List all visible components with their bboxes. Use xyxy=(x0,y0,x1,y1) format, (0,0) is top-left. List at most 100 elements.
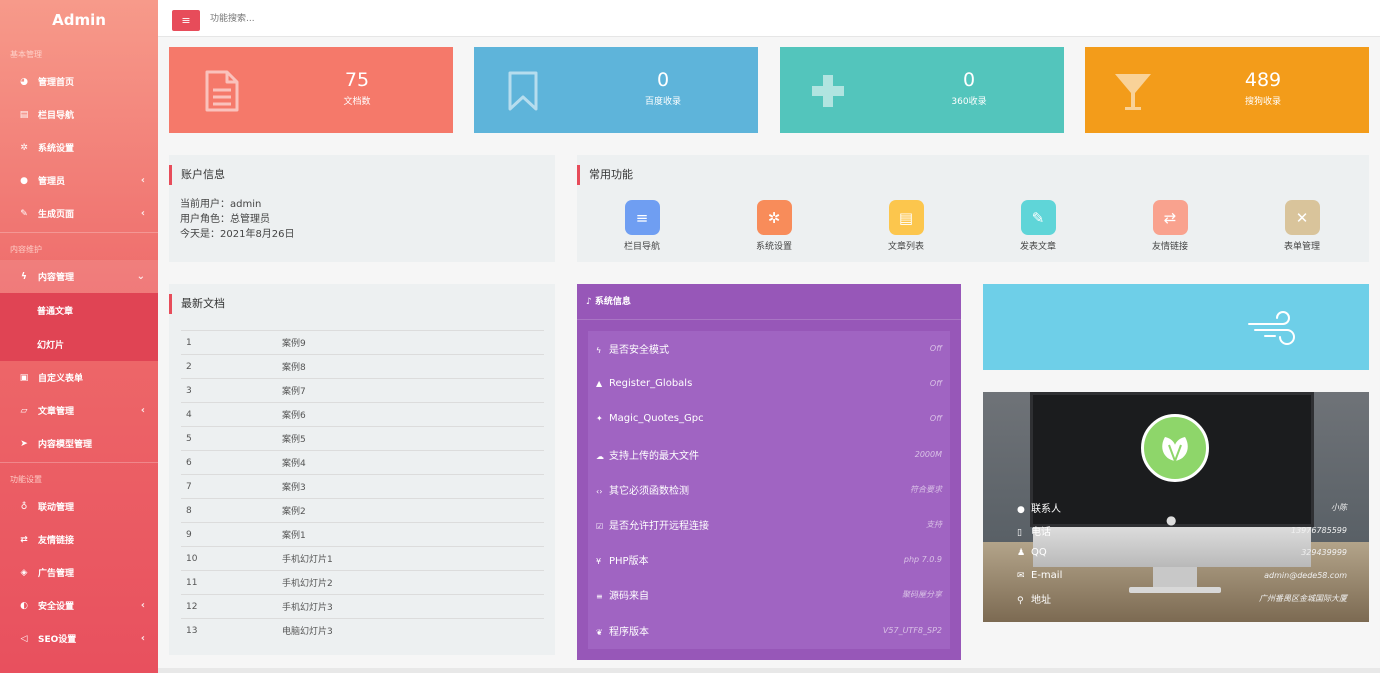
quick-link-article-list[interactable]: ▤ 文章列表 xyxy=(861,200,951,252)
contact-row: ♟ QQ 329439999 xyxy=(1017,544,1347,560)
sidebar-item-generate[interactable]: ✎ 生成页面 ‹ xyxy=(0,197,158,230)
table-row[interactable]: 8 案例2 xyxy=(181,498,544,523)
cube-icon: ◈ xyxy=(20,567,28,578)
table-row[interactable]: 11 手机幻灯片2 xyxy=(181,570,544,595)
quick-link-forms[interactable]: ✕ 表单管理 xyxy=(1257,200,1347,252)
system-info-key: 支持上传的最大文件 xyxy=(609,450,699,462)
search-input[interactable] xyxy=(210,8,610,30)
system-info-row: ϟ 是否安全模式 Off xyxy=(588,331,950,366)
doc-id: 3 xyxy=(181,378,277,403)
doc-id: 5 xyxy=(181,426,277,451)
doc-id: 13 xyxy=(181,618,277,643)
table-row[interactable]: 6 案例4 xyxy=(181,450,544,475)
contact-key: 联系人 xyxy=(1031,503,1061,515)
cloud-upload-icon: ☁ xyxy=(596,451,604,461)
system-info-row: ≡ 源码来自 聚码屋分享 xyxy=(588,577,950,612)
sidebar-item-seo[interactable]: ◁ SEO设置 ‹ xyxy=(0,622,158,655)
system-info-row: ❦ 程序版本 V57_UTF8_SP2 xyxy=(588,613,950,648)
table-row[interactable]: 12 手机幻灯片3 xyxy=(181,594,544,619)
sidebar-item-content-model[interactable]: ➤ 内容模型管理 xyxy=(0,427,158,460)
sidebar-item-content[interactable]: ϟ 内容管理 ⌄ xyxy=(0,260,158,293)
quick-link-label: 文章列表 xyxy=(887,242,924,252)
stat-card-sogou: 489 搜狗收录 xyxy=(1085,47,1369,133)
doc-title[interactable]: 案例4 xyxy=(277,450,544,475)
form-icon: ▣ xyxy=(19,372,29,383)
quick-link-settings[interactable]: ✲ 系统设置 xyxy=(729,200,819,252)
sidebar-item-label: 管理员 xyxy=(38,177,66,187)
system-info-key: Register_Globals xyxy=(609,378,693,390)
sidebar-item-custom-form[interactable]: ▣ 自定义表单 xyxy=(0,361,158,394)
quick-link-links[interactable]: ⇄ 友情链接 xyxy=(1125,200,1215,252)
doc-title[interactable]: 手机幻灯片1 xyxy=(277,546,544,571)
system-info-row: ‹› 其它必须函数检测 符合要求 xyxy=(588,472,950,507)
sidebar-item-settings[interactable]: ✲ 系统设置 xyxy=(0,131,158,164)
doc-title[interactable]: 案例8 xyxy=(277,354,544,379)
excel-icon: ✕ xyxy=(1284,200,1320,235)
sidebar-item-security[interactable]: ◐ 安全设置 ‹ xyxy=(0,589,158,622)
doc-title[interactable]: 案例7 xyxy=(277,378,544,403)
contact-key: QQ xyxy=(1031,546,1047,558)
gear-icon: ✲ xyxy=(20,142,28,153)
doc-title[interactable]: 电脑幻灯片3 xyxy=(277,618,544,643)
system-info-value: 支持 xyxy=(926,520,942,530)
system-info-key: 源码来自 xyxy=(609,591,649,603)
quick-link-navigation[interactable]: ≡ 栏目导航 xyxy=(597,200,687,252)
sidebar-item-linkage[interactable]: ♁ 联动管理 xyxy=(0,490,158,523)
panel-title: 最新文档 xyxy=(169,294,225,314)
menu-toggle-button[interactable]: ≡ xyxy=(172,10,200,31)
sidebar-item-ads[interactable]: ◈ 广告管理 xyxy=(0,556,158,589)
system-info-value: Off xyxy=(929,344,942,354)
table-row[interactable]: 4 案例6 xyxy=(181,402,544,427)
brush-icon: ✎ xyxy=(20,208,28,219)
doc-title[interactable]: 案例2 xyxy=(277,498,544,523)
database-icon: ≡ xyxy=(596,592,603,602)
doc-title[interactable]: 案例9 xyxy=(277,330,544,355)
table-row[interactable]: 1 案例9 xyxy=(181,330,544,355)
sidebar-item-label: 系统设置 xyxy=(38,144,75,154)
doc-title[interactable]: 手机幻灯片2 xyxy=(277,570,544,595)
stat-label: 360收录 xyxy=(951,97,987,107)
list-icon: ≡ xyxy=(624,200,660,235)
table-row[interactable]: 10 手机幻灯片1 xyxy=(181,546,544,571)
doc-title[interactable]: 案例6 xyxy=(277,402,544,427)
stat-value: 489 xyxy=(1244,69,1282,91)
system-info-value: Off xyxy=(929,379,942,389)
doc-title[interactable]: 案例1 xyxy=(277,522,544,547)
sidebar-item-label: 友情链接 xyxy=(38,536,75,546)
doc-title[interactable]: 案例5 xyxy=(277,426,544,451)
table-row[interactable]: 3 案例7 xyxy=(181,378,544,403)
table-row[interactable]: 5 案例5 xyxy=(181,426,544,451)
panel-title: 系统信息 xyxy=(594,297,631,307)
table-row[interactable]: 9 案例1 xyxy=(181,522,544,547)
sidebar-item-admin[interactable]: ● 管理员 ‹ xyxy=(0,164,158,197)
system-info-list: ϟ 是否安全模式 Off ▲ Register_Globals Off ✦ Magic_Quo… xyxy=(588,331,950,649)
sidebar-item-links[interactable]: ⇄ 友情链接 xyxy=(0,523,158,556)
table-row[interactable]: 13 电脑幻灯片3 xyxy=(181,618,544,643)
leaf-logo-icon xyxy=(1141,414,1209,482)
system-info-value: Off xyxy=(929,414,942,424)
contact-row: ▯ 电话 13976785599 xyxy=(1017,522,1347,538)
system-info-key: Magic_Quotes_Gpc xyxy=(609,413,704,425)
quick-link-publish[interactable]: ✎ 发表文章 xyxy=(993,200,1083,252)
system-info-key: 是否安全模式 xyxy=(609,345,669,357)
stat-card-360: 0 360收录 xyxy=(780,47,1064,133)
user-icon: ● xyxy=(1017,504,1025,515)
table-row[interactable]: 2 案例8 xyxy=(181,354,544,379)
sidebar-item-navigation[interactable]: ▤ 栏目导航 xyxy=(0,98,158,131)
filter-icon xyxy=(1115,74,1151,110)
sidebar-subitem-slides[interactable]: 幻灯片 xyxy=(0,327,158,361)
stat-value: 0 xyxy=(962,69,976,91)
doc-id: 9 xyxy=(181,522,277,547)
contact-row: ✉ E-mail admin@dede58.com xyxy=(1017,567,1347,583)
group-title-content: 内容维护 xyxy=(10,245,42,254)
doc-title[interactable]: 案例3 xyxy=(277,474,544,499)
leaf-icon: ❦ xyxy=(596,627,603,637)
sidebar-subitem-articles[interactable]: 普通文章 xyxy=(0,293,158,327)
quick-link-label: 表单管理 xyxy=(1283,242,1320,252)
table-row[interactable]: 7 案例3 xyxy=(181,474,544,499)
system-info-row: ▲ Register_Globals Off xyxy=(588,366,950,401)
sidebar-item-home[interactable]: ◕ 管理首页 xyxy=(0,65,158,98)
system-info-value: V57_UTF8_SP2 xyxy=(882,625,942,635)
sidebar-item-article-manage[interactable]: ▱ 文章管理 ‹ xyxy=(0,394,158,427)
doc-title[interactable]: 手机幻灯片3 xyxy=(277,594,544,619)
